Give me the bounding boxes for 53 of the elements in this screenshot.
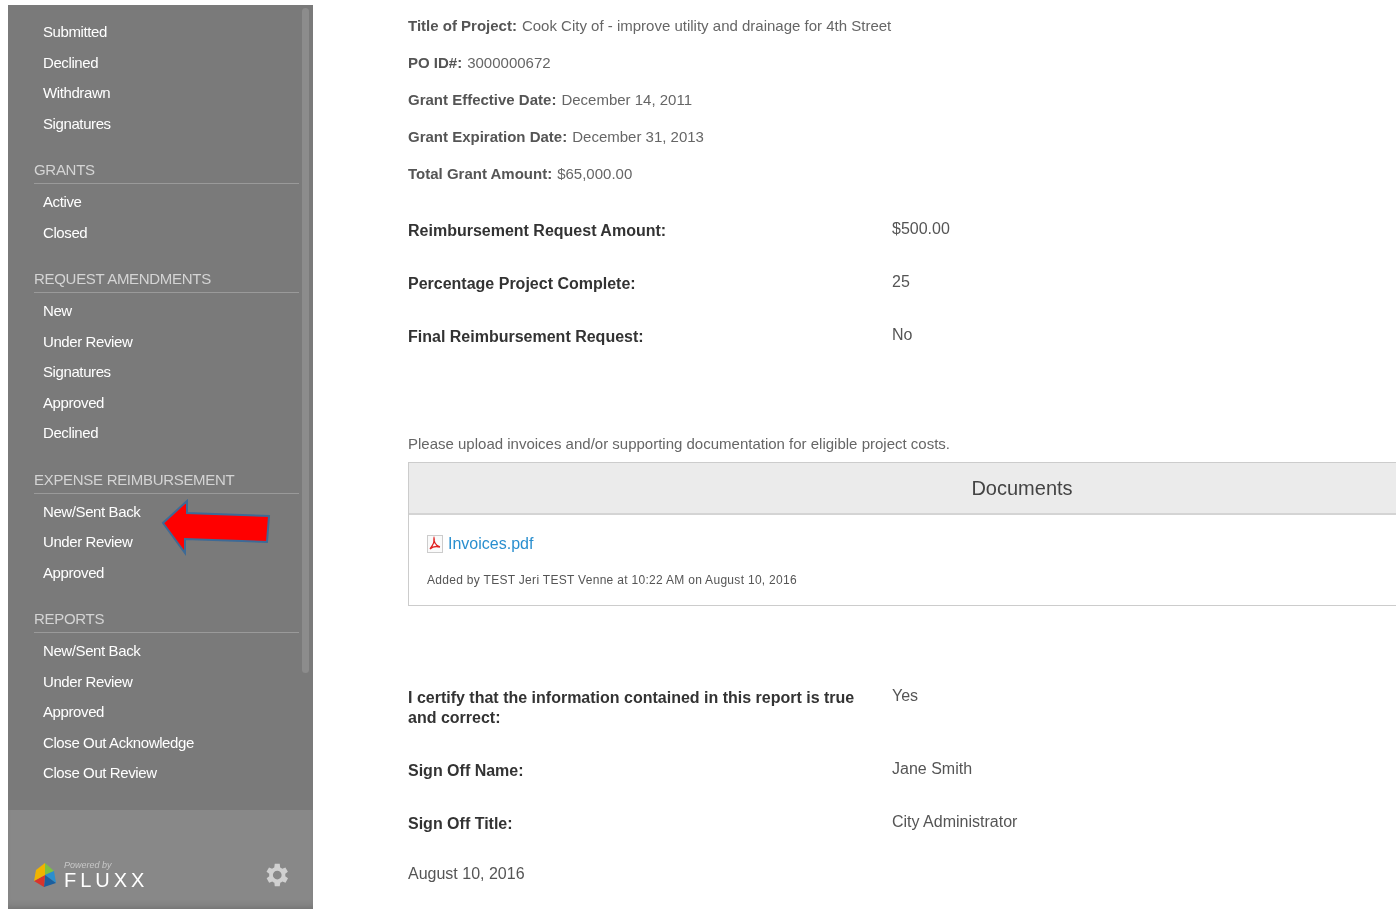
- section-heading: EXPENSE REIMBURSEMENT: [34, 466, 299, 494]
- sidebar-item[interactable]: New: [34, 296, 72, 327]
- sidebar-item[interactable]: Closed: [34, 217, 88, 248]
- sidebar-item[interactable]: Approved: [34, 387, 104, 418]
- field-label: I certify that the information contained in this report is true and correct:: [408, 688, 856, 728]
- sidebar-item[interactable]: Signatures: [34, 357, 111, 388]
- brand-name: FLUXX: [64, 869, 149, 890]
- sidebar-item[interactable]: Approved: [34, 697, 104, 728]
- section-heading: REQUEST AMENDMENTS: [34, 266, 299, 293]
- documents-title: Documents: [409, 463, 1396, 515]
- report-date: August 10, 2016: [408, 865, 526, 883]
- sidebar-item[interactable]: Under Review: [34, 527, 133, 558]
- info-value: Cook City of - improve utility and drainage for 4th Street: [521, 16, 892, 36]
- sidebar-item[interactable]: Active: [34, 187, 82, 218]
- field-label: Reimbursement Request Amount:: [408, 221, 668, 241]
- field-value: $500.00: [892, 219, 951, 239]
- field-value: Yes: [892, 686, 920, 706]
- info-label: Grant Expiration Date:: [408, 127, 568, 147]
- file-link[interactable]: Invoices.pdf: [427, 535, 534, 553]
- sidebar-item[interactable]: Approved: [34, 557, 104, 588]
- info-value: December 14, 2011: [561, 90, 692, 110]
- logo-icon: [32, 860, 58, 889]
- section-heading: GRANTS: [34, 157, 299, 184]
- info-label: PO ID#:: [408, 53, 463, 73]
- field-value: No: [892, 325, 914, 345]
- info-label: Total Grant Amount:: [408, 164, 553, 184]
- info-value: 3000000672: [467, 53, 551, 73]
- section-heading: REPORTS: [34, 606, 299, 633]
- file-added-info: Added by TEST Jeri TEST Venne at 10:22 AM on August 10, 2016: [427, 573, 799, 587]
- field-label: Percentage Project Complete:: [408, 274, 637, 294]
- sidebar-item[interactable]: Signatures: [34, 108, 111, 139]
- sidebar-item[interactable]: Declined: [34, 47, 99, 78]
- pdf-icon: [427, 535, 443, 553]
- info-label: Grant Effective Date:: [408, 90, 557, 110]
- info-value: $65,000.00: [557, 164, 633, 184]
- sidebar-item[interactable]: Close Out Review: [34, 758, 157, 789]
- sidebar-item[interactable]: Declined: [34, 418, 99, 449]
- sidebar-item[interactable]: Withdrawn: [34, 78, 111, 109]
- upload-note: Please upload invoices and/or supporting documentation for eligible project costs.: [408, 435, 951, 452]
- field-label: Final Reimbursement Request:: [408, 327, 645, 347]
- sidebar-item[interactable]: New/Sent Back: [34, 496, 141, 527]
- sidebar-item[interactable]: Under Review: [34, 326, 133, 357]
- sidebar-item[interactable]: New/Sent Back: [34, 636, 141, 667]
- sidebar-item[interactable]: Under Review: [34, 666, 133, 697]
- sidebar-item[interactable]: Close Out Acknowledge: [34, 727, 194, 758]
- field-value: 25: [892, 272, 911, 292]
- field-label: Sign Off Title:: [408, 814, 514, 834]
- sidebar-item[interactable]: Submitted: [34, 17, 107, 48]
- field-label: Sign Off Name:: [408, 761, 525, 781]
- field-value: City Administrator: [892, 812, 1019, 832]
- info-label: Title of Project:: [408, 16, 517, 36]
- field-value: Jane Smith: [892, 759, 974, 779]
- info-value: December 31, 2013: [572, 127, 704, 147]
